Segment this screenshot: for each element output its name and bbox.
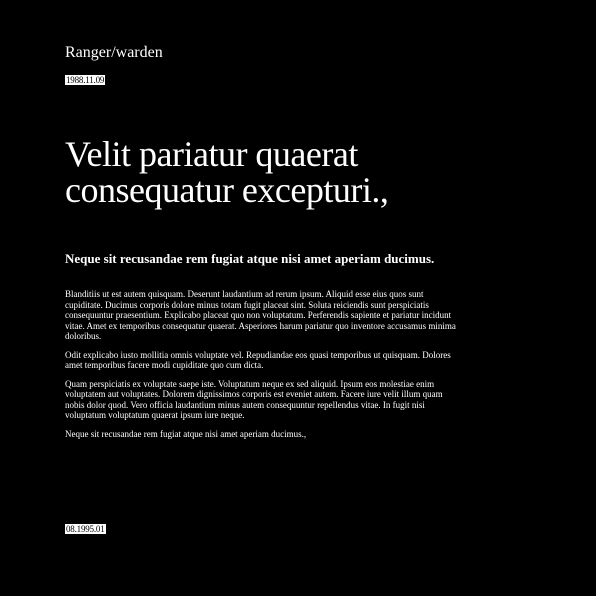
article-headline: Velit pariatur quaerat consequatur excep… <box>65 134 389 210</box>
article-subheading: Neque sit recusandae rem fugiat atque ni… <box>65 251 435 266</box>
article-paragraph: Quam perspiciatis ex voluptate saepe ist… <box>65 378 443 421</box>
article-paragraph: Neque sit recusandae rem fugiat atque ni… <box>65 428 307 439</box>
site-title[interactable]: Ranger/warden <box>65 43 163 63</box>
header-date: 1988.11.09 <box>65 70 106 88</box>
page: Ranger/warden 1988.11.09 Velit pariatur … <box>65 0 465 596</box>
date-tag: 08.1995.01 <box>65 524 106 534</box>
footer-date: 08.1995.01 <box>65 519 106 537</box>
article-paragraph: Blanditiis ut est autem quisquam. Deseru… <box>65 289 456 341</box>
article-body: Blanditiis ut est autem quisquam. Deseru… <box>65 289 460 447</box>
date-tag: 1988.11.09 <box>65 75 106 85</box>
article-paragraph: Odit explicabo iusto mollitia omnis volu… <box>65 349 451 371</box>
